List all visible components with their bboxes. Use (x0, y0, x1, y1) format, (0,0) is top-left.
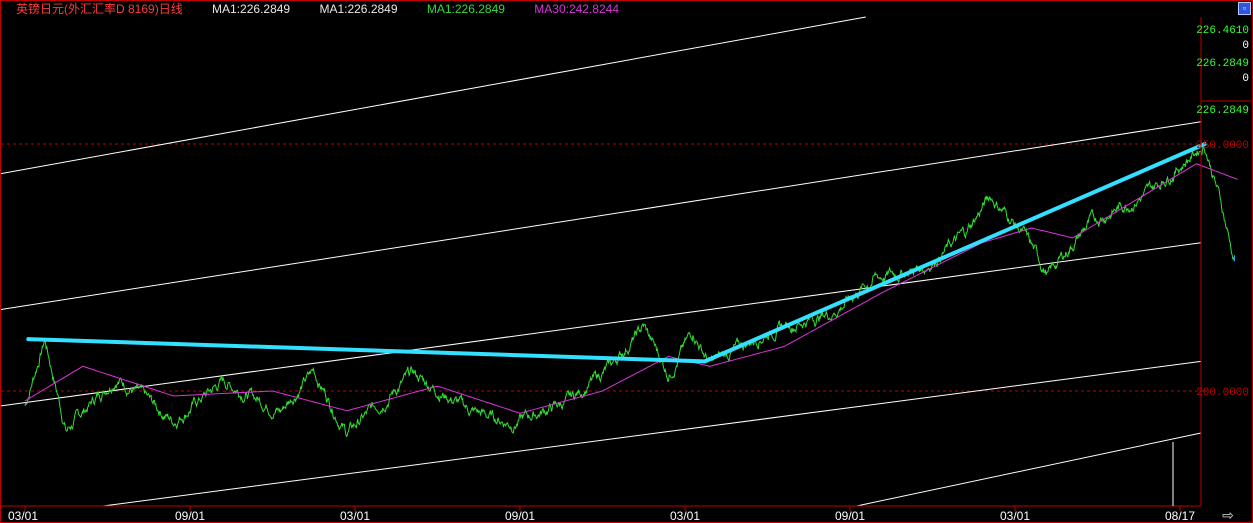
channel-line-2 (0, 16, 866, 175)
x-tick-label-3: 09/01 (505, 509, 535, 523)
price-series (24, 145, 1235, 438)
readout-3: 226.2849 (1196, 58, 1249, 70)
readout-2: 0 (1242, 40, 1249, 52)
y-tick-labels: 250.0000 200.0000 (1196, 140, 1249, 399)
ma1-price-line (24, 145, 1235, 438)
x-tick-label-5: 09/01 (835, 509, 865, 523)
y-tick-label-0: 250.0000 (1196, 140, 1249, 152)
grid-layer (1, 143, 1206, 392)
right-readouts: 226.4610 0 226.2849 0 226.2849 (1196, 25, 1251, 117)
ma30-series (24, 163, 1238, 414)
axes (1, 17, 1202, 507)
y-tick-label-1: 200.0000 (1196, 387, 1249, 399)
trendlines (26, 142, 1207, 364)
channel-line-1 (0, 121, 1202, 310)
x-tick-label-0: 03/01 (8, 509, 38, 523)
readout-4: 0 (1242, 73, 1249, 85)
trendline-0 (26, 337, 707, 364)
channel-lines (0, 16, 1202, 507)
price-chart: 226.4610 0 226.2849 0 226.2849 250.00002… (0, 16, 1251, 523)
readout-1: 226.4610 (1196, 25, 1249, 37)
readout-5: 226.2849 (1196, 105, 1249, 117)
x-tick-label-6: 03/01 (1000, 509, 1030, 523)
x-tick-label-4: 03/01 (670, 509, 700, 523)
x-tick-label-2: 03/01 (340, 509, 370, 523)
channel-line-4 (856, 432, 1202, 507)
channel-line-3 (102, 360, 1202, 507)
x-tick-label-1: 09/01 (175, 509, 205, 523)
x-tick-labels: 03/01 09/01 03/01 09/01 03/01 09/01 03/01 08/17 (8, 506, 1195, 523)
x-tick-label-7: 08/17 (1165, 509, 1195, 523)
ma30-line (24, 163, 1238, 414)
